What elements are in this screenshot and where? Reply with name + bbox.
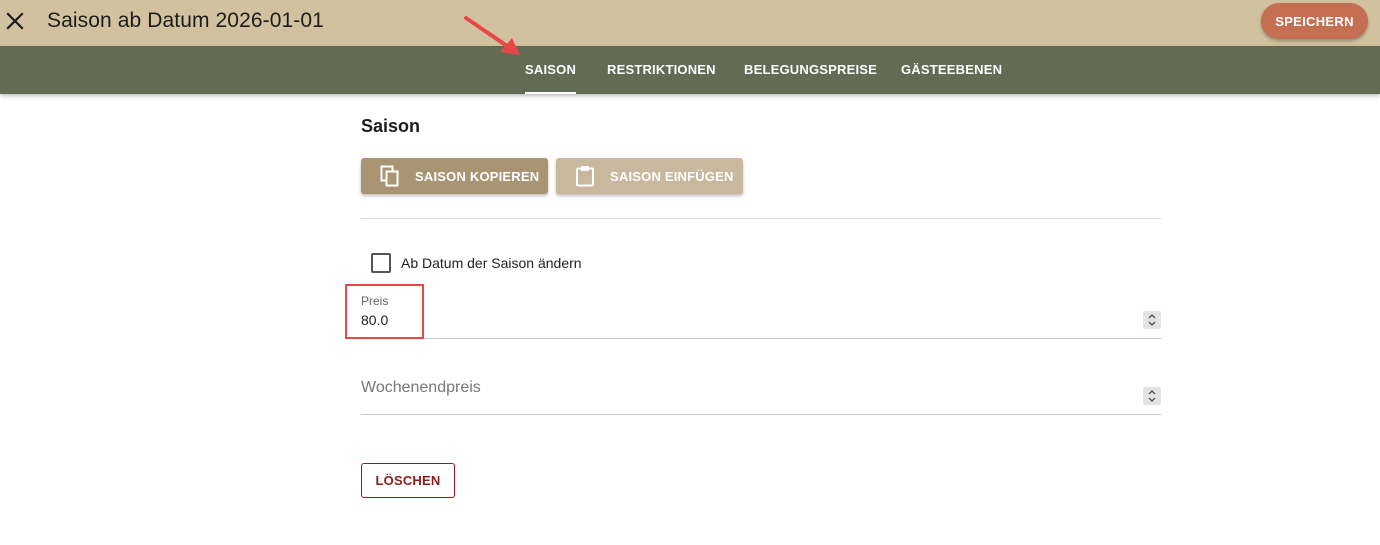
stepper-icon [1148,390,1156,402]
price-input[interactable]: 80.0 [361,312,388,328]
weekend-price-field[interactable]: Wochenendpreis [361,362,1161,415]
tab-restriktionen[interactable]: RESTRIKTIONEN [607,46,716,94]
section-divider [361,218,1161,219]
price-field[interactable]: Preis 80.0 [361,286,1161,339]
copy-season-button[interactable]: SAISON KOPIEREN [361,158,548,194]
page-title: Saison ab Datum 2026-01-01 [47,9,324,32]
delete-button[interactable]: LÖSCHEN [361,463,455,498]
copy-icon [379,164,401,188]
tab-saison[interactable]: SAISON [525,46,577,94]
change-date-label: Ab Datum der Saison ändern [401,255,582,271]
section-title: Saison [361,116,421,136]
weekend-price-stepper[interactable] [1143,387,1161,405]
clipboard-icon [574,164,596,188]
copy-season-label: SAISON KOPIEREN [415,168,540,184]
weekend-price-input[interactable]: Wochenendpreis [361,379,481,397]
close-icon [6,12,24,30]
tab-gaesteebenen[interactable]: GÄSTEEBENEN [901,46,1002,94]
price-stepper[interactable] [1143,311,1161,329]
save-button[interactable]: SPEICHERN [1261,3,1368,39]
tab-bar: SAISON RESTRIKTIONEN BELEGUNGSPREISE GÄS… [0,46,1380,94]
paste-season-button[interactable]: SAISON EINFÜGEN [556,158,743,194]
stepper-icon [1148,314,1156,326]
close-button[interactable] [4,9,26,33]
price-label: Preis [361,294,389,308]
tab-belegungspreise[interactable]: BELEGUNGSPREISE [744,46,877,94]
top-app-bar: Saison ab Datum 2026-01-01 SPEICHERN [0,0,1380,46]
paste-season-label: SAISON EINFÜGEN [610,168,734,184]
change-date-checkbox[interactable] [371,253,391,273]
